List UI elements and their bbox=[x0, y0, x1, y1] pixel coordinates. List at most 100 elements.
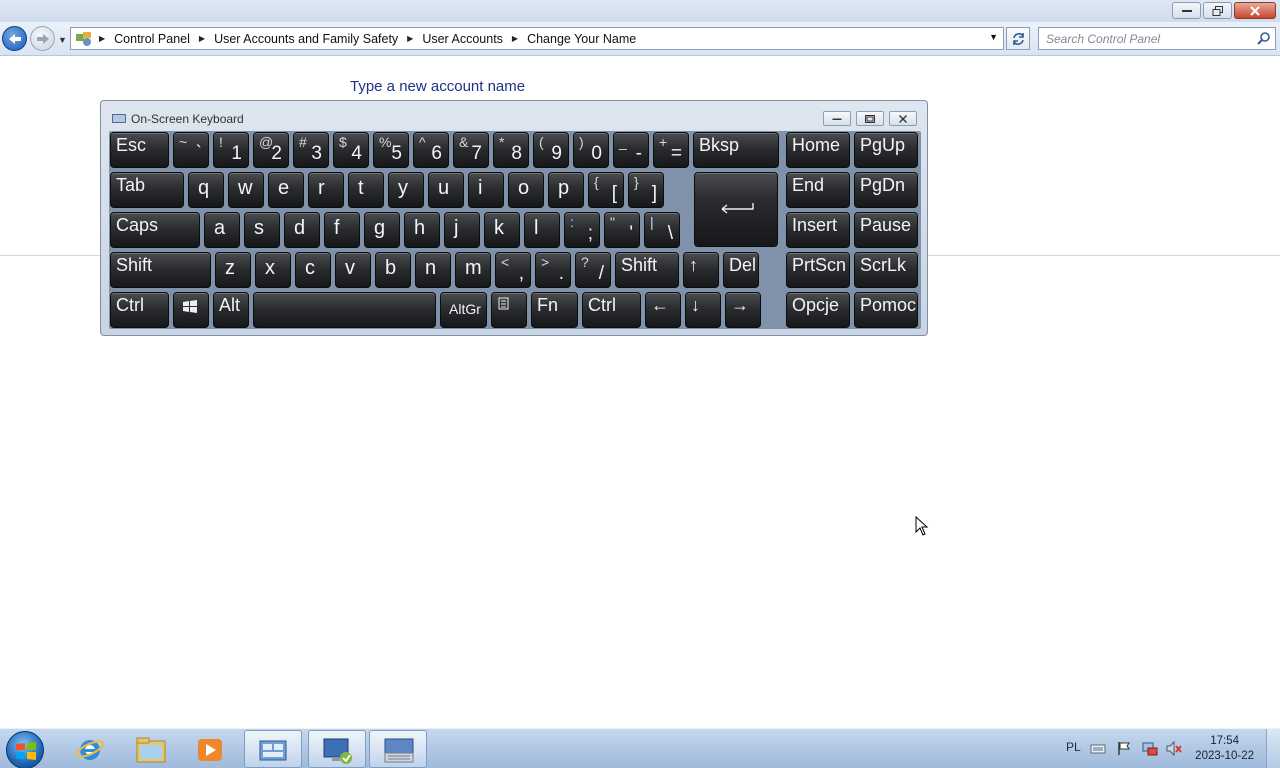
breadcrumb-change-your-name[interactable]: Change Your Name bbox=[527, 32, 636, 46]
key-6[interactable]: ^ 6 bbox=[413, 132, 449, 168]
key-pgup[interactable]: PgUp bbox=[854, 132, 918, 168]
key-q[interactable]: q bbox=[188, 172, 224, 208]
address-dropdown-icon[interactable]: ▼ bbox=[989, 32, 998, 42]
key-5[interactable]: % 5 bbox=[373, 132, 409, 168]
key-menu[interactable] bbox=[491, 292, 527, 328]
key-scrlk[interactable]: ScrLk bbox=[854, 252, 918, 288]
taskbar-on-screen-keyboard[interactable] bbox=[369, 730, 427, 768]
key-end[interactable]: End bbox=[786, 172, 850, 208]
key-8[interactable]: * 8 bbox=[493, 132, 529, 168]
breadcrumb-control-panel[interactable]: Control Panel bbox=[114, 32, 190, 46]
key-symbol[interactable]: {[ bbox=[588, 172, 624, 208]
osk-minimize-button[interactable] bbox=[823, 111, 851, 126]
key-y[interactable]: y bbox=[388, 172, 424, 208]
key-b[interactable]: b bbox=[375, 252, 411, 288]
key-shift[interactable]: Shift bbox=[110, 252, 211, 288]
key-symbol[interactable]: ~ ` bbox=[173, 132, 209, 168]
key-u[interactable]: u bbox=[428, 172, 464, 208]
key-4[interactable]: $4 bbox=[333, 132, 369, 168]
key-a[interactable]: a bbox=[204, 212, 240, 248]
address-bar[interactable]: ▶ Control Panel ▶ User Accounts and Fami… bbox=[70, 27, 1004, 50]
key-symbol[interactable]: >. bbox=[535, 252, 571, 288]
key-9[interactable]: (9 bbox=[533, 132, 569, 168]
key-opcje[interactable]: Opcje bbox=[786, 292, 850, 328]
key-ctrl[interactable]: Ctrl bbox=[582, 292, 641, 328]
key-home[interactable]: Home bbox=[786, 132, 850, 168]
key-d[interactable]: d bbox=[284, 212, 320, 248]
key-t[interactable]: t bbox=[348, 172, 384, 208]
breadcrumb-separator-icon[interactable]: ▶ bbox=[199, 34, 205, 43]
key-g[interactable]: g bbox=[364, 212, 400, 248]
key-symbol[interactable]: ↑ bbox=[683, 252, 719, 288]
key-del[interactable]: Del bbox=[723, 252, 759, 288]
key-m[interactable]: m bbox=[455, 252, 491, 288]
key-fn[interactable]: Fn bbox=[531, 292, 578, 328]
key-s[interactable]: s bbox=[244, 212, 280, 248]
key-f[interactable]: f bbox=[324, 212, 360, 248]
key-enter[interactable] bbox=[694, 172, 778, 247]
key-symbol[interactable]: | \ bbox=[644, 212, 680, 248]
search-input[interactable]: Search Control Panel bbox=[1038, 27, 1276, 50]
key-alt[interactable]: Alt bbox=[213, 292, 249, 328]
key-pause[interactable]: Pause bbox=[854, 212, 918, 248]
refresh-button[interactable] bbox=[1006, 27, 1030, 50]
key-r[interactable]: r bbox=[308, 172, 344, 208]
forward-button[interactable] bbox=[30, 26, 55, 51]
key-windows[interactable] bbox=[173, 292, 209, 328]
key-e[interactable]: e bbox=[268, 172, 304, 208]
key-i[interactable]: i bbox=[468, 172, 504, 208]
key-symbol[interactable]: " ' bbox=[604, 212, 640, 248]
key-symbol[interactable]: ↓ bbox=[685, 292, 721, 328]
key-p[interactable]: p bbox=[548, 172, 584, 208]
key-pomoc[interactable]: Pomoc bbox=[854, 292, 918, 328]
key-insert[interactable]: Insert bbox=[786, 212, 850, 248]
key-caps[interactable]: Caps bbox=[110, 212, 200, 248]
minimize-button[interactable] bbox=[1172, 2, 1201, 19]
key-c[interactable]: c bbox=[295, 252, 331, 288]
key-symbol[interactable]: + = bbox=[653, 132, 689, 168]
key-altgr[interactable]: AltGr bbox=[440, 292, 487, 328]
keyboard-tray-icon[interactable] bbox=[1090, 741, 1106, 756]
volume-muted-icon[interactable] bbox=[1166, 741, 1182, 756]
key-0[interactable]: ) 0 bbox=[573, 132, 609, 168]
search-icon[interactable] bbox=[1257, 31, 1271, 45]
key-j[interactable]: j bbox=[444, 212, 480, 248]
close-button[interactable] bbox=[1234, 2, 1276, 19]
key-pgdn[interactable]: PgDn bbox=[854, 172, 918, 208]
taskbar-windows-explorer[interactable] bbox=[122, 730, 180, 768]
key-space[interactable] bbox=[253, 292, 436, 328]
key-symbol[interactable]: }] bbox=[628, 172, 664, 208]
taskbar-remote-desktop[interactable] bbox=[308, 730, 366, 768]
key-shift[interactable]: Shift bbox=[615, 252, 679, 288]
key-symbol[interactable]: _ - bbox=[613, 132, 649, 168]
breadcrumb-user-accounts-family-safety[interactable]: User Accounts and Family Safety bbox=[214, 32, 398, 46]
action-center-flag-icon[interactable] bbox=[1116, 741, 1132, 756]
clock[interactable]: 17:54 2023-10-22 bbox=[1195, 734, 1254, 764]
key-symbol[interactable]: → bbox=[725, 292, 761, 328]
restore-button[interactable] bbox=[1203, 2, 1232, 19]
key-h[interactable]: h bbox=[404, 212, 440, 248]
start-button[interactable] bbox=[6, 731, 44, 768]
key-k[interactable]: k bbox=[484, 212, 520, 248]
key-symbol[interactable]: ? / bbox=[575, 252, 611, 288]
key-1[interactable]: ! 1 bbox=[213, 132, 249, 168]
back-button[interactable] bbox=[2, 26, 27, 51]
key-2[interactable]: @2 bbox=[253, 132, 289, 168]
key-w[interactable]: w bbox=[228, 172, 264, 208]
breadcrumb-user-accounts[interactable]: User Accounts bbox=[422, 32, 503, 46]
key-n[interactable]: n bbox=[415, 252, 451, 288]
key-symbol[interactable]: <, bbox=[495, 252, 531, 288]
breadcrumb-separator-icon[interactable]: ▶ bbox=[407, 34, 413, 43]
key-v[interactable]: v bbox=[335, 252, 371, 288]
key-prtscn[interactable]: PrtScn bbox=[786, 252, 850, 288]
show-desktop-button[interactable] bbox=[1266, 729, 1280, 768]
osk-maximize-button[interactable] bbox=[856, 111, 884, 126]
taskbar-control-panel[interactable] bbox=[244, 730, 302, 768]
key-3[interactable]: #3 bbox=[293, 132, 329, 168]
key-x[interactable]: x bbox=[255, 252, 291, 288]
key-bksp[interactable]: Bksp bbox=[693, 132, 779, 168]
breadcrumb-separator-icon[interactable]: ▶ bbox=[512, 34, 518, 43]
key-z[interactable]: z bbox=[215, 252, 251, 288]
key-7[interactable]: & 7 bbox=[453, 132, 489, 168]
key-symbol[interactable]: ← bbox=[645, 292, 681, 328]
